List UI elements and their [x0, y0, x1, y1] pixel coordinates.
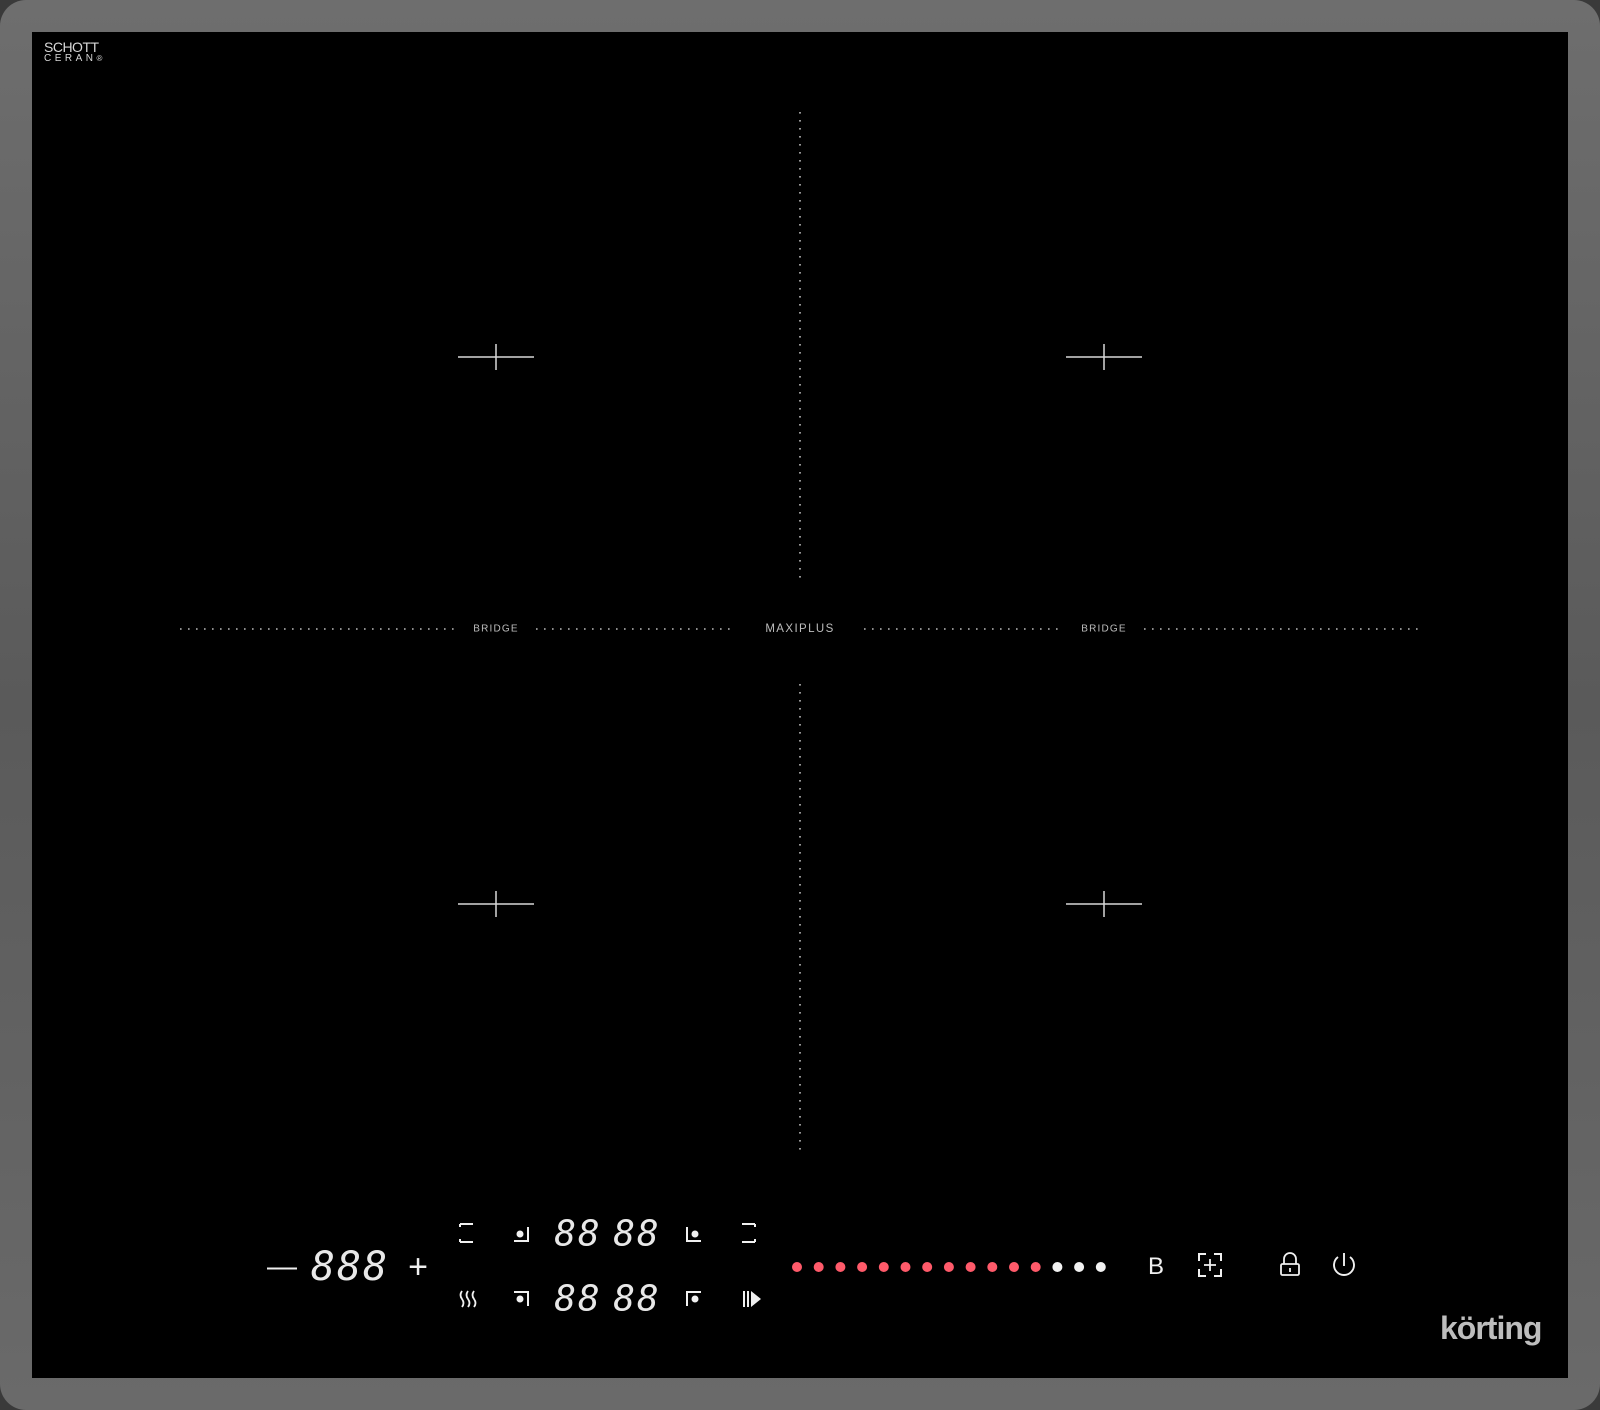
power-level-dot[interactable]	[878, 1262, 889, 1272]
power-level-dot[interactable]	[1030, 1262, 1041, 1272]
display-top-left: 88	[554, 1213, 602, 1255]
display-bottom-right: 88	[613, 1278, 661, 1320]
power-icon[interactable]	[1333, 1253, 1355, 1276]
power-level-dot[interactable]	[813, 1262, 824, 1272]
power-level-dot[interactable]	[792, 1262, 802, 1272]
bridge-label-left: BRIDGE	[473, 623, 519, 635]
zone-bottom-left-icon[interactable]	[514, 1291, 529, 1306]
power-level-dot[interactable]	[922, 1262, 933, 1272]
brand-logo: körting	[1440, 1310, 1542, 1346]
zone-center-mark-bottom-left	[458, 891, 534, 917]
lock-icon[interactable]	[1280, 1252, 1300, 1276]
power-level-dot[interactable]	[857, 1262, 868, 1272]
power-level-dot[interactable]	[987, 1262, 998, 1272]
zone-center-mark-bottom-right	[1066, 891, 1142, 917]
keep-warm-icon[interactable]	[459, 1290, 477, 1308]
timer-minus-button[interactable]: —	[267, 1252, 297, 1282]
zone-top-right-icon[interactable]	[686, 1227, 701, 1242]
power-level-dot[interactable]	[1095, 1262, 1106, 1272]
power-level-dot[interactable]	[1009, 1262, 1019, 1272]
display-top-right: 88	[613, 1213, 661, 1255]
timer-plus-button[interactable]: +	[408, 1250, 428, 1284]
pause-play-icon[interactable]	[743, 1291, 761, 1307]
zone-select-left-icon[interactable]	[459, 1223, 473, 1243]
power-level-slider[interactable]	[792, 1262, 1106, 1272]
bridge-label-right: BRIDGE	[1081, 623, 1127, 635]
cooktop: SCHOTT CERAN® BRIDGE MAXIPLUS BRIDGE — 8…	[0, 0, 1600, 1410]
zone-bottom-right-icon[interactable]	[686, 1291, 701, 1306]
timer-display: 888	[310, 1244, 390, 1290]
zone-center-mark-top-right	[1066, 344, 1142, 370]
power-level-dot[interactable]	[835, 1262, 846, 1272]
power-level-dot[interactable]	[900, 1262, 911, 1272]
boost-icon[interactable]	[1198, 1253, 1222, 1277]
power-level-dot[interactable]	[943, 1262, 954, 1272]
power-level-dot[interactable]	[1052, 1262, 1063, 1272]
zone-select-right-icon[interactable]	[742, 1223, 756, 1243]
maxiplus-label: MAXIPLUS	[765, 623, 835, 635]
power-level-dot[interactable]	[1074, 1262, 1085, 1272]
zone-top-left-icon[interactable]	[514, 1227, 529, 1242]
bridge-button[interactable]: B	[1148, 1255, 1164, 1279]
zone-center-mark-top-left	[458, 344, 534, 370]
display-bottom-left: 88	[554, 1278, 602, 1320]
power-level-dot[interactable]	[965, 1262, 976, 1272]
cooktop-markings	[180, 112, 1420, 1308]
